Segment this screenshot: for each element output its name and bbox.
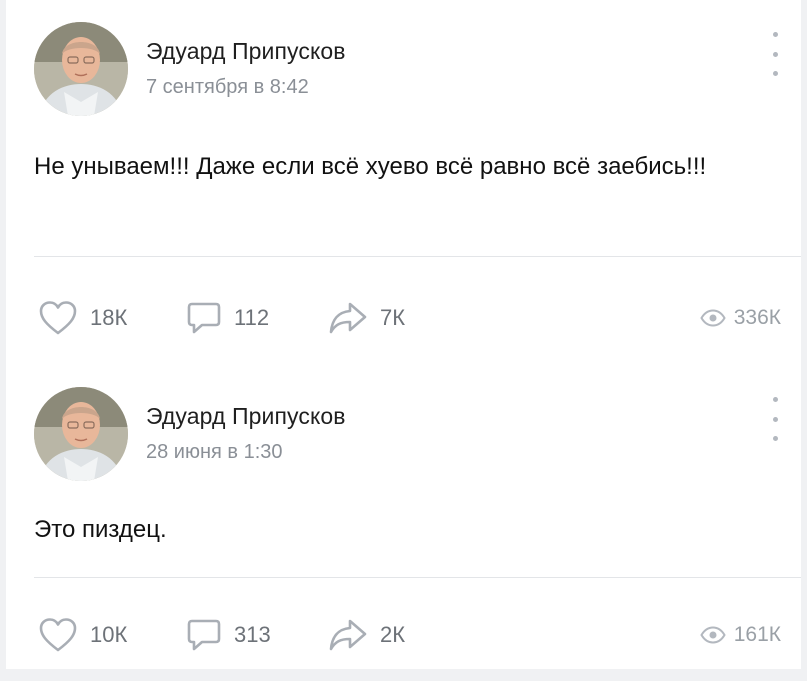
post-date[interactable]: 28 июня в 1:30 [146, 441, 283, 464]
feed: Эдуард Припусков 7 сентября в 8:42 Не ун… [0, 0, 807, 681]
share-count: 2К [380, 622, 406, 647]
post-actions: 18К 112 7К 336К [38, 298, 781, 338]
eye-icon [700, 309, 726, 327]
share-count: 7К [380, 305, 406, 330]
post-header: Эдуард Припусков 7 сентября в 8:42 [34, 22, 794, 118]
post-text: Это пиздец. [34, 516, 167, 543]
heart-icon [39, 301, 77, 335]
comment-count: 112 [234, 305, 270, 330]
divider [34, 256, 801, 257]
comment-icon [187, 302, 221, 334]
share-button[interactable]: 2К [328, 615, 405, 655]
like-button[interactable]: 10К [38, 615, 127, 655]
share-arrow-icon [329, 619, 367, 651]
comment-icon [187, 619, 221, 651]
post: Эдуард Припусков 7 сентября в 8:42 Не ун… [6, 0, 801, 355]
comment-count: 313 [234, 622, 271, 647]
views-counter: 161К [700, 615, 781, 655]
more-vertical-icon[interactable] [770, 397, 780, 441]
avatar[interactable] [34, 387, 128, 481]
post: Эдуард Припусков 28 июня в 1:30 Это пизд… [6, 365, 801, 669]
more-vertical-icon[interactable] [770, 32, 780, 76]
like-count: 18К [90, 305, 128, 330]
heart-icon [39, 618, 77, 652]
eye-icon [700, 626, 726, 644]
post-date[interactable]: 7 сентября в 8:42 [146, 76, 309, 99]
avatar[interactable] [34, 22, 128, 116]
comment-button[interactable]: 112 [186, 298, 269, 338]
views-counter: 336К [700, 298, 781, 338]
post-header: Эдуард Припусков 28 июня в 1:30 [34, 387, 794, 483]
author-name[interactable]: Эдуард Припусков [146, 403, 346, 430]
share-button[interactable]: 7К [328, 298, 405, 338]
post-actions: 10К 313 2К 161К [38, 615, 781, 655]
like-count: 10К [90, 622, 128, 647]
views-count: 336К [733, 306, 781, 329]
like-button[interactable]: 18К [38, 298, 127, 338]
author-name[interactable]: Эдуард Припусков [146, 38, 346, 65]
comment-button[interactable]: 313 [186, 615, 271, 655]
views-count: 161К [733, 623, 781, 646]
divider [34, 577, 801, 578]
share-arrow-icon [329, 302, 367, 334]
post-text: Не унываем!!! Даже если всё хуево всё ра… [34, 153, 707, 180]
